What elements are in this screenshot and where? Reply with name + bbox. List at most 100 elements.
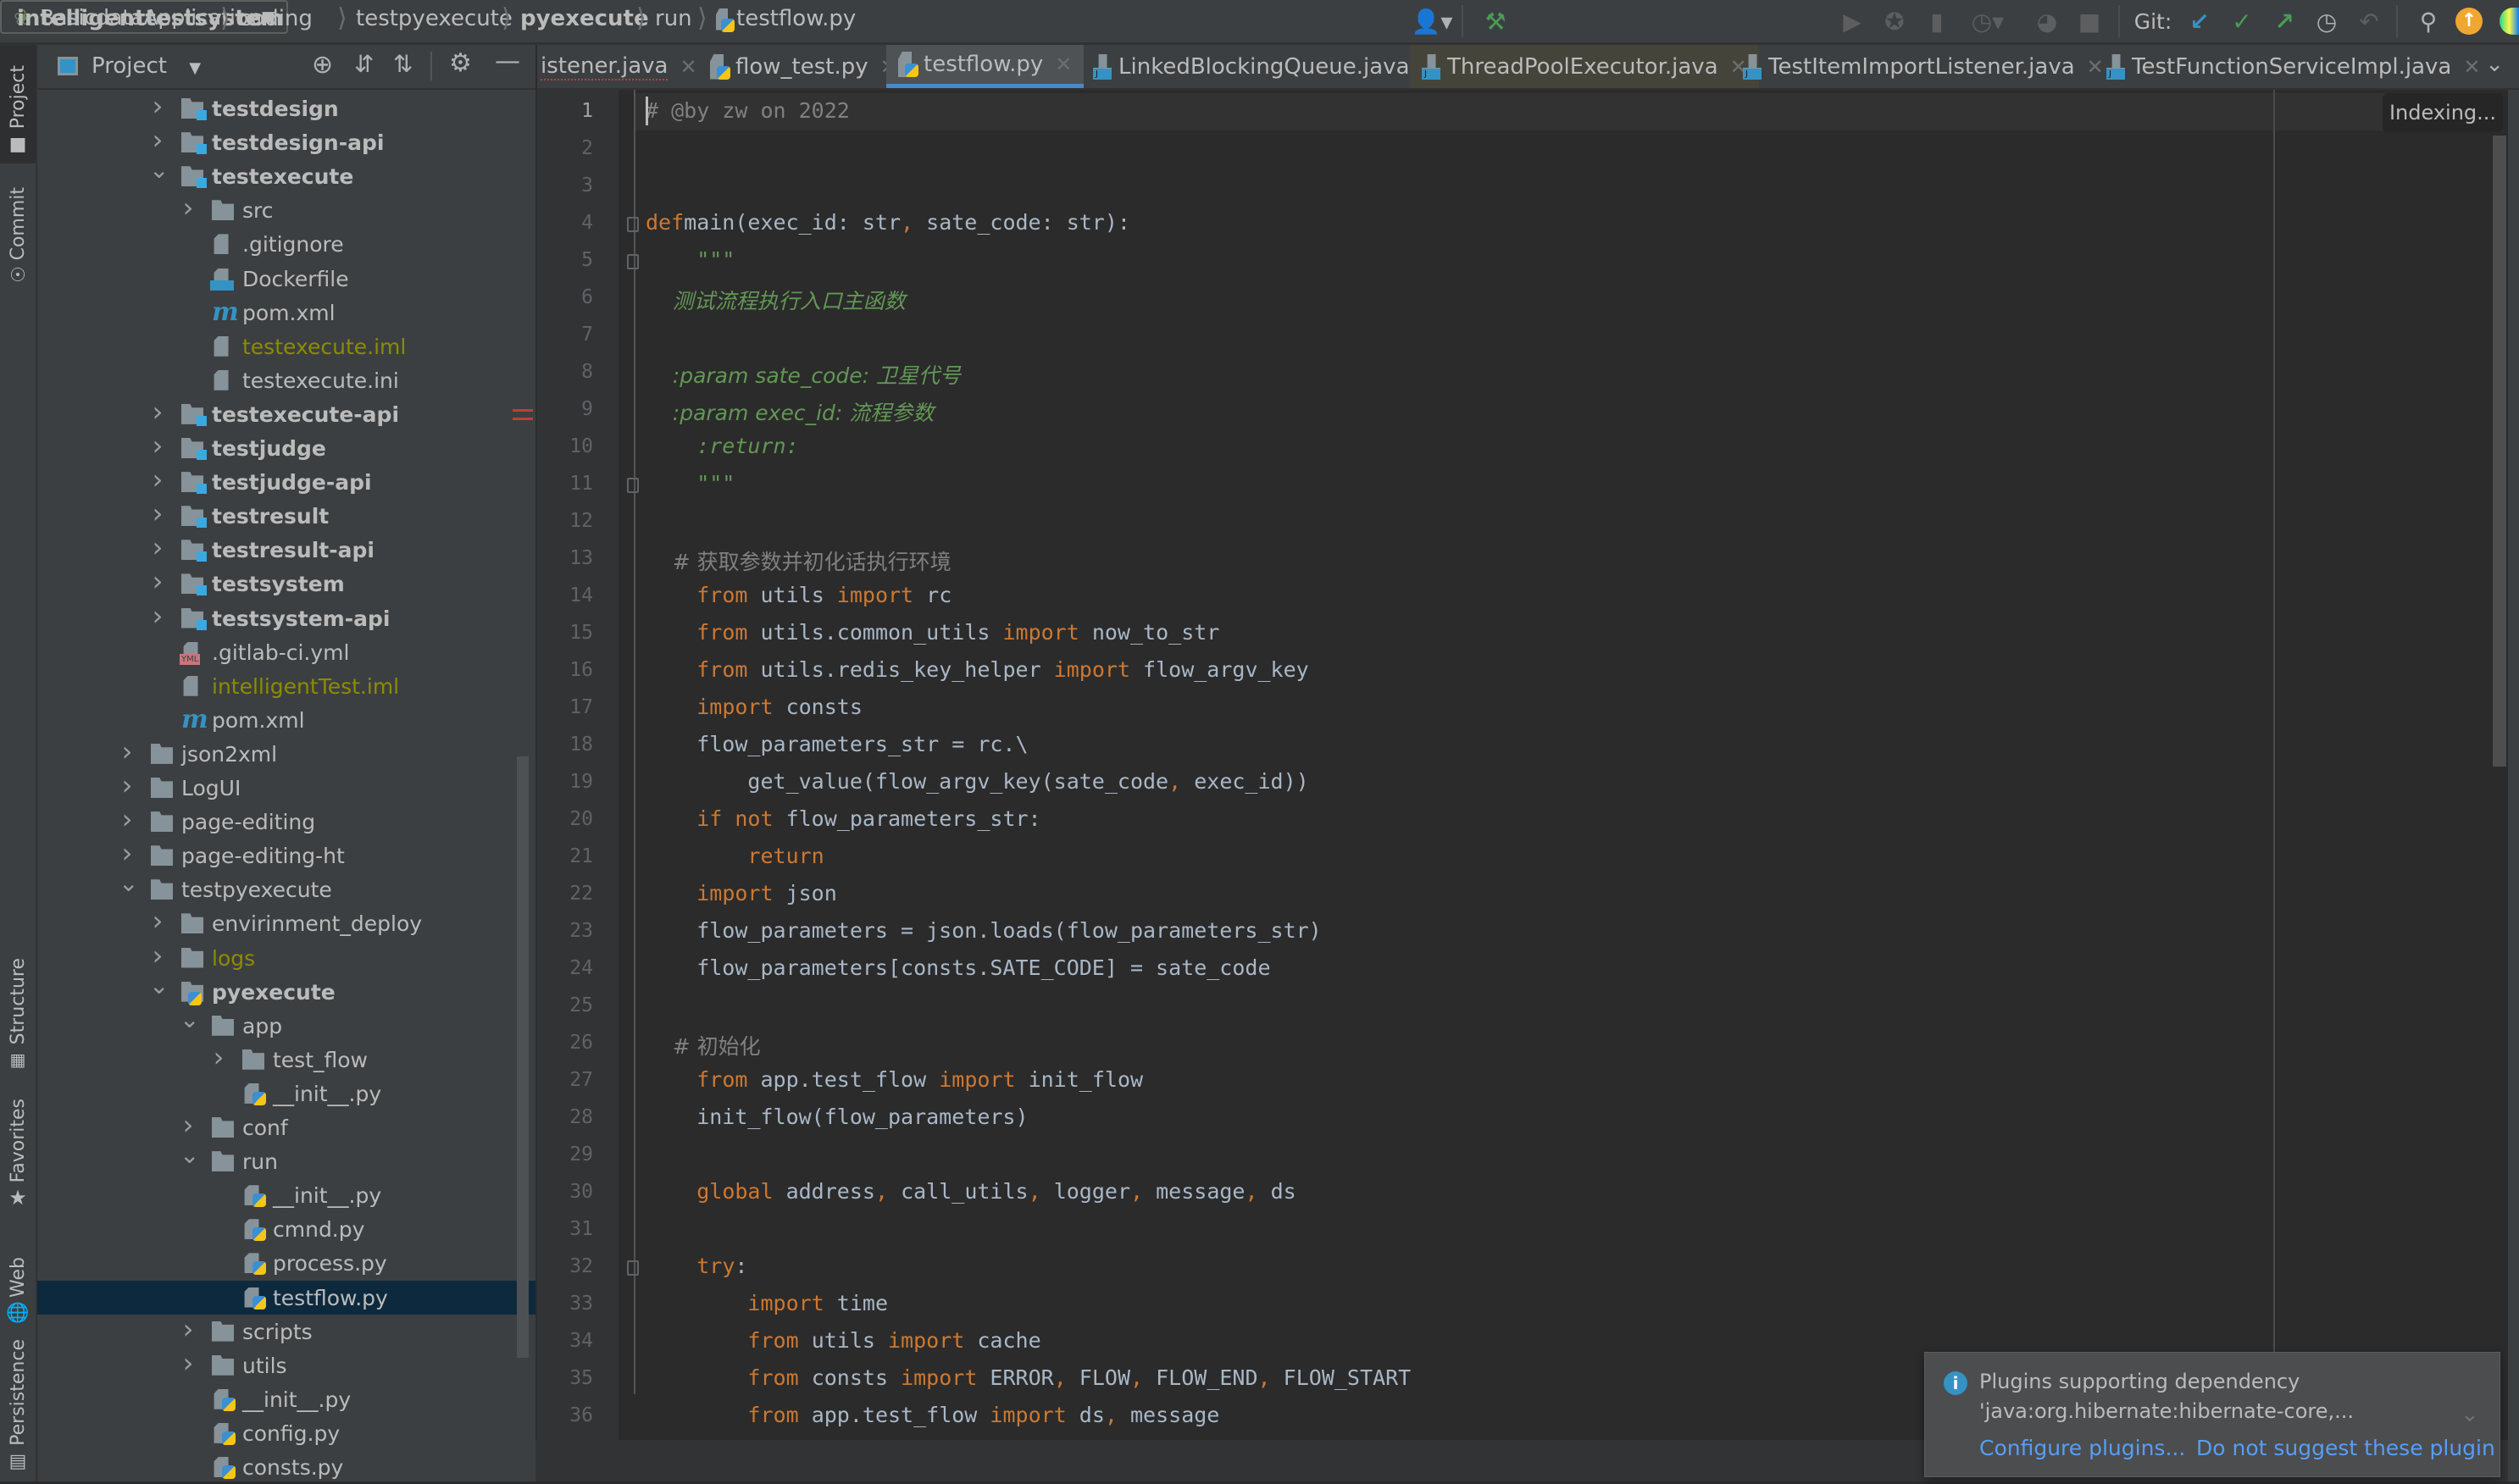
tree-item[interactable]: › testresult-api — [37, 531, 535, 567]
search-icon[interactable]: ⚲ — [2411, 3, 2445, 39]
chevron-down-icon[interactable]: ⌄ — [149, 972, 169, 999]
tree-item[interactable]: ⌄ app — [37, 1005, 535, 1043]
tree-item[interactable]: › utils — [37, 1347, 535, 1382]
tool-tab-commit[interactable]: Commit ☉ — [0, 176, 36, 286]
chevron-right-icon[interactable]: › — [119, 837, 136, 869]
tree-item[interactable]: › src — [37, 191, 535, 227]
breadcrumb-item[interactable]: testflow.py — [716, 6, 856, 32]
chevron-right-icon[interactable]: › — [149, 531, 166, 563]
chevron-right-icon[interactable]: › — [180, 1313, 197, 1345]
tree-item[interactable]: m pom.xml — [37, 296, 535, 329]
tree-item[interactable]: ⌄ testpyexecute — [37, 869, 535, 906]
chevron-right-icon[interactable]: › — [149, 90, 166, 122]
chevron-right-icon[interactable]: › — [149, 124, 166, 156]
tree-item[interactable]: › test_flow — [37, 1041, 535, 1077]
stop-icon[interactable]: ■ — [2072, 3, 2106, 39]
tree-item[interactable]: testexecute.ini — [37, 363, 535, 397]
breadcrumb-item[interactable]: testpyexecute — [356, 6, 513, 31]
editor-tab[interactable]: J ThreadPoolExecutor.java ✕ — [1410, 45, 1759, 88]
do-not-suggest-link[interactable]: Do not suggest these plugin — [2196, 1436, 2495, 1460]
tree-item[interactable]: config.py — [37, 1416, 535, 1450]
editor-tab[interactable]: istener.java ✕ — [537, 45, 709, 88]
breadcrumb-item[interactable]: pyexecute — [520, 6, 649, 31]
chevron-right-icon[interactable]: › — [149, 396, 166, 428]
chevron-right-icon[interactable]: › — [149, 905, 166, 937]
debug-icon[interactable]: ✪ — [1878, 3, 1911, 39]
breadcrumb-item[interactable]: run — [655, 6, 692, 31]
chevron-down-icon[interactable]: ⌄ — [119, 869, 138, 897]
tool-tab-persistence[interactable]: Persistence ▤ — [0, 1332, 36, 1472]
chevron-right-icon[interactable]: › — [119, 769, 136, 801]
profile-icon[interactable]: ◷▾ — [1962, 3, 2013, 39]
tree-item[interactable]: › page-editing-ht — [37, 837, 535, 872]
tree-item[interactable]: › page-editing — [37, 803, 535, 839]
editor-tab[interactable]: J TestItemImportListener.java ✕ — [1731, 45, 2116, 88]
tree-item[interactable]: › testjudge — [37, 429, 535, 465]
tree-item[interactable]: ⌄ pyexecute — [37, 972, 535, 1009]
chevron-right-icon[interactable]: › — [210, 1041, 227, 1073]
chevron-down-icon[interactable]: ⌄ — [180, 1005, 199, 1033]
tree-item[interactable]: process.py — [37, 1246, 535, 1280]
editor-tab[interactable]: JLinkedBlockingQueue.java✕ — [1081, 45, 1451, 88]
project-view-select[interactable]: Project ▼ — [92, 53, 201, 79]
show-hidden-tabs-icon[interactable]: ⌄ — [2485, 52, 2504, 77]
fold-marker-icon[interactable] — [627, 1260, 639, 1276]
history-icon[interactable]: ◷ — [2310, 3, 2344, 39]
tree-item[interactable]: Dockerfile — [37, 262, 535, 296]
editor-tab[interactable]: J TestFunctionServiceImpl.java ✕ — [2095, 45, 2492, 88]
chevron-right-icon[interactable]: › — [149, 497, 166, 529]
chevron-right-icon[interactable]: › — [149, 600, 166, 632]
tree-item[interactable]: consts.py — [37, 1450, 535, 1484]
tool-tab-favorites[interactable]: Favorites ★ — [0, 1083, 36, 1210]
close-tab-icon[interactable]: ✕ — [680, 55, 696, 79]
close-tab-icon[interactable]: ✕ — [1055, 53, 1072, 76]
chevron-right-icon[interactable]: › — [119, 803, 136, 835]
tree-item[interactable]: › testsystem — [37, 565, 535, 601]
fold-marker-icon[interactable] — [627, 478, 639, 493]
git-commit-icon[interactable]: ✓ — [2225, 3, 2259, 39]
tree-item[interactable]: › testdesign — [37, 90, 535, 125]
chevron-right-icon[interactable]: › — [180, 1109, 197, 1141]
tree-item[interactable]: __init__.py — [37, 1178, 535, 1212]
locate-file-icon[interactable]: ⊕ — [312, 50, 333, 80]
tree-item[interactable]: › logs — [37, 939, 535, 975]
collapse-all-icon[interactable]: ⇅ — [393, 50, 413, 78]
build-hammer-icon[interactable]: ⚒ — [1474, 3, 1517, 39]
tree-item[interactable]: › LogUI — [37, 769, 535, 805]
tree-item[interactable]: .gitignore — [37, 227, 535, 261]
hide-panel-icon[interactable]: — — [495, 47, 520, 76]
tree-item[interactable]: m pom.xml — [37, 703, 535, 737]
tree-item[interactable]: testflow.py — [37, 1280, 535, 1315]
chevron-right-icon[interactable]: › — [180, 1347, 197, 1379]
tool-tab-web[interactable]: Web 🌐 — [0, 1231, 36, 1324]
git-push-icon[interactable]: ↗ — [2267, 3, 2301, 39]
expand-all-icon[interactable]: ⇵ — [354, 50, 374, 78]
tree-item[interactable]: › testjudge-api — [37, 463, 535, 499]
fold-marker-icon[interactable] — [627, 217, 639, 232]
tree-item[interactable]: › testsystem-api — [37, 600, 535, 635]
tree-item[interactable]: testexecute.iml — [37, 329, 535, 363]
coverage-icon[interactable]: ▮ — [1920, 3, 1954, 39]
chevron-right-icon[interactable]: › — [180, 191, 197, 224]
rollback-icon[interactable]: ↶ — [2352, 3, 2386, 39]
configure-plugins-link[interactable]: Configure plugins... — [1979, 1436, 2185, 1460]
chevron-right-icon[interactable]: › — [149, 429, 166, 462]
tree-item[interactable]: › envirinment_deploy — [37, 905, 535, 940]
user-icon[interactable]: 👤▾ — [1407, 3, 1457, 39]
project-scrollbar[interactable] — [517, 756, 529, 1358]
tree-item[interactable]: › testdesign-api — [37, 124, 535, 159]
run-icon[interactable]: ▶ — [1835, 3, 1869, 39]
attach-icon[interactable]: ◕ — [2030, 3, 2064, 39]
chevron-right-icon[interactable]: › — [119, 735, 136, 767]
close-tab-icon[interactable]: ✕ — [2463, 55, 2480, 79]
tree-item[interactable]: cmnd.py — [37, 1212, 535, 1246]
git-update-icon[interactable]: ↙ — [2183, 3, 2217, 39]
tool-tab-project[interactable]: Project ■ — [0, 45, 36, 163]
tool-tab-structure[interactable]: Structure ▦ — [0, 943, 36, 1070]
tree-item[interactable]: › json2xml — [37, 735, 535, 771]
gear-icon[interactable]: ⚙ — [449, 48, 472, 78]
tree-item[interactable]: YML .gitlab-ci.yml — [37, 635, 535, 669]
tree-item[interactable]: › scripts — [37, 1313, 535, 1348]
chevron-right-icon[interactable]: › — [149, 939, 166, 972]
tree-item[interactable]: › testresult — [37, 497, 535, 533]
